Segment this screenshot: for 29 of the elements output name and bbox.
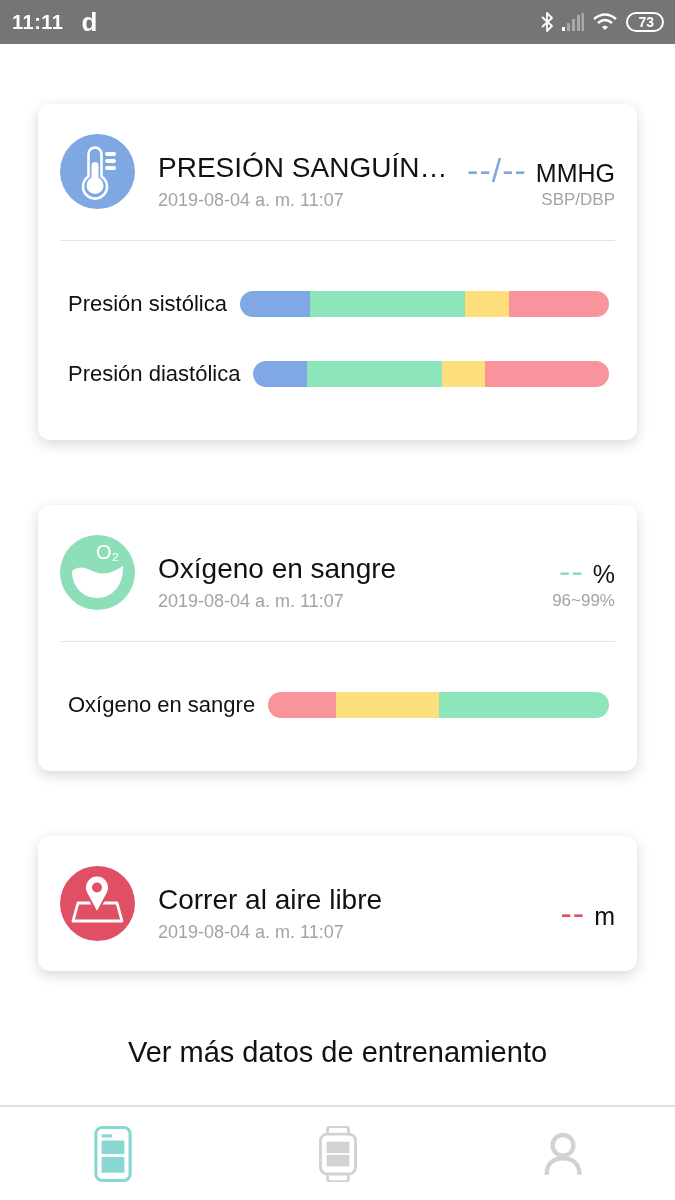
- unit-label: %: [592, 559, 615, 589]
- more-data-link[interactable]: Ver más datos de entrenamiento: [127, 1034, 548, 1070]
- wifi-icon: [593, 13, 618, 31]
- watch-icon: [318, 1125, 357, 1182]
- nav-tab[interactable]: [318, 1125, 357, 1182]
- nav-tab[interactable]: [93, 1125, 132, 1182]
- icon-symbol: O₂: [96, 541, 120, 563]
- range-label: Oxígeno en sangre: [68, 692, 256, 718]
- battery-indicator: 73: [626, 12, 664, 32]
- signal-icon: [562, 13, 585, 31]
- card-date: 2019-08-04 a. m. 11:07: [158, 188, 345, 211]
- range-caption: 96~99%: [552, 589, 615, 612]
- range-label: Presión sistólica: [68, 291, 227, 317]
- card-date: 2019-08-04 a. m. 11:07: [158, 589, 345, 612]
- clock-time: 11:11: [12, 10, 64, 34]
- value-reading: --/--: [467, 150, 527, 189]
- card-date: 2019-08-04 a. m. 11:07: [158, 920, 345, 943]
- bluetooth-icon: [541, 11, 554, 33]
- range-caption: SBP/DBP: [541, 188, 615, 211]
- notification-letter: d: [81, 9, 98, 35]
- card-title: PRESIÓN SANGUÍN…: [158, 150, 449, 185]
- value-reading: --: [559, 551, 584, 590]
- unit-label: MMHG: [535, 158, 615, 188]
- phone-list-icon: [93, 1125, 132, 1182]
- range-label: Presión diastólica: [68, 361, 241, 387]
- value-reading: --: [560, 893, 586, 932]
- card-title: Oxígeno en sangre: [158, 551, 398, 586]
- card-title: Correr al aire libre: [158, 882, 384, 917]
- unit-label: m: [594, 901, 615, 931]
